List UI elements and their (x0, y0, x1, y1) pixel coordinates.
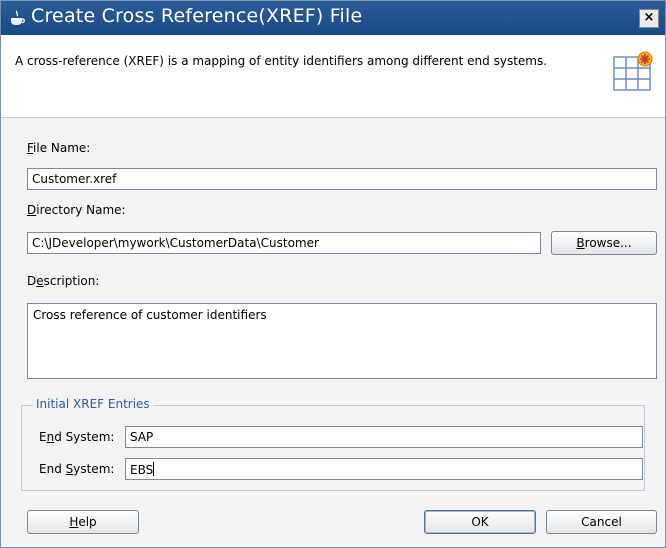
description-banner: A cross-reference (XREF) is a mapping of… (1, 35, 665, 118)
end-system-label-2: End System: (39, 462, 115, 476)
xref-group-title: Initial XREF Entries (33, 397, 153, 411)
end-system-label-1: End System: (39, 430, 115, 444)
close-button[interactable]: × (639, 9, 659, 28)
text-caret (153, 462, 155, 476)
description-textarea[interactable]: Cross reference of customer identifiers (27, 303, 657, 379)
directory-name-label: Directory Name: (27, 203, 126, 217)
dialog-title: Create Cross Reference(XREF) File (31, 5, 363, 27)
end-system-value-2: EBS (130, 463, 154, 477)
end-system-input-2[interactable]: EBS (125, 458, 643, 480)
grid-star-icon (611, 49, 655, 93)
description-label: Description: (27, 274, 100, 288)
coffee-cup-icon (9, 10, 27, 26)
file-name-input[interactable]: Customer.xref (27, 168, 657, 190)
ok-button[interactable]: OK (424, 510, 536, 534)
dialog-description: A cross-reference (XREF) is a mapping of… (15, 54, 548, 68)
cancel-button[interactable]: Cancel (546, 510, 657, 534)
browse-button[interactable]: Browse... (551, 231, 657, 255)
file-name-label: File Name: (27, 141, 91, 155)
title-bar[interactable]: Create Cross Reference(XREF) File × (1, 1, 665, 35)
create-xref-dialog: Create Cross Reference(XREF) File × A cr… (0, 0, 666, 548)
help-button[interactable]: Help (27, 510, 139, 534)
end-system-input-1[interactable]: SAP (125, 426, 643, 448)
directory-name-input[interactable]: C:\JDeveloper\mywork\CustomerData\Custom… (27, 232, 541, 254)
